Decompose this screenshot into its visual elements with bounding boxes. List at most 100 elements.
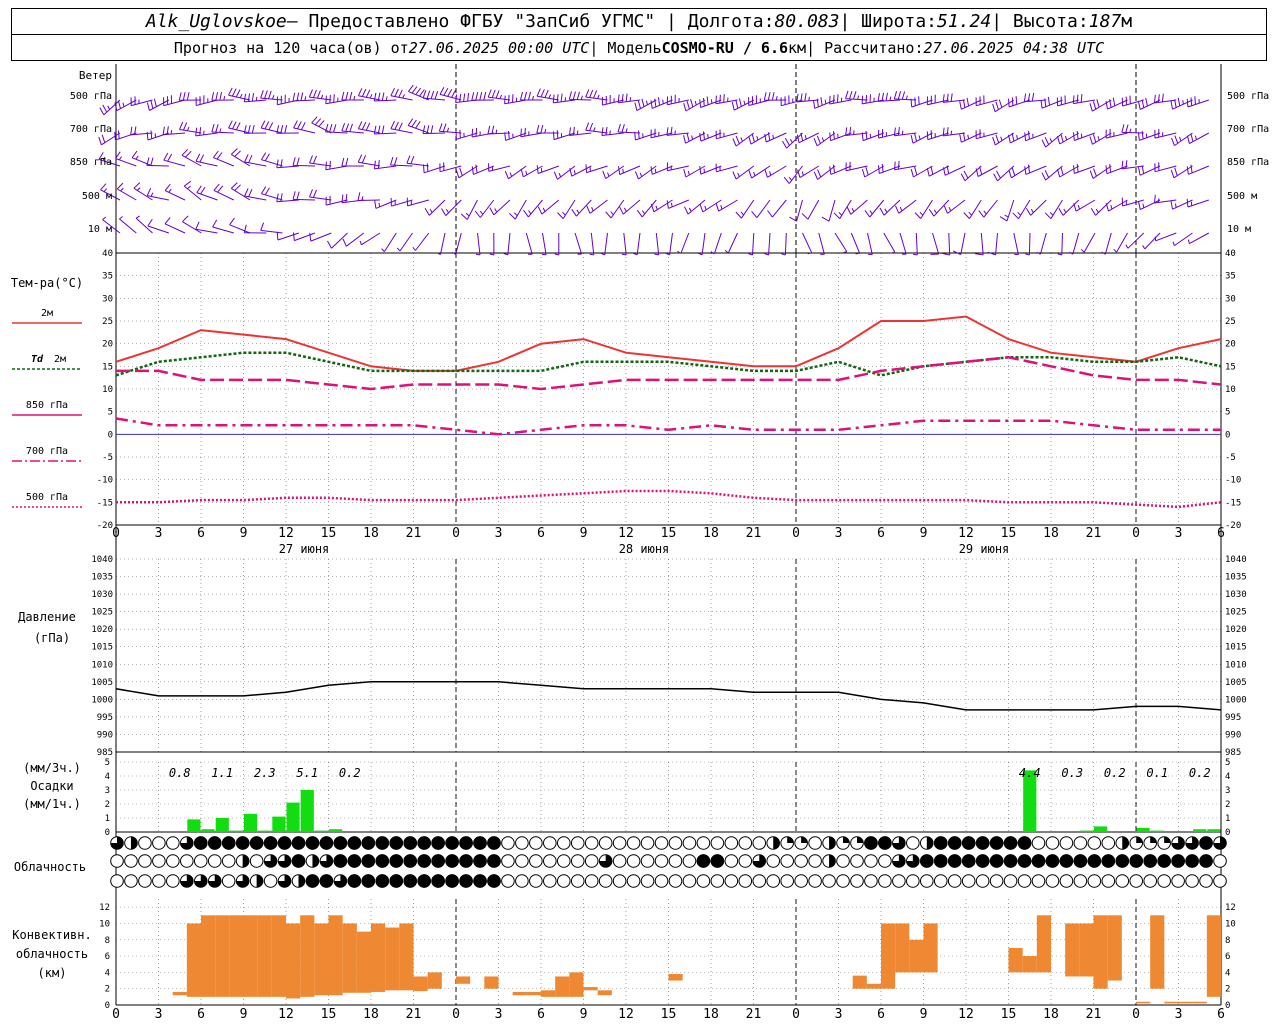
wind-barb-feather xyxy=(1174,135,1179,144)
wind-barb-feather xyxy=(215,124,219,133)
wind-barb-half xyxy=(694,100,697,106)
precip-bar xyxy=(187,819,201,832)
wind-barb-feather xyxy=(1011,132,1015,142)
cloud-circle xyxy=(570,874,585,888)
temp-tick-left: 40 xyxy=(102,249,113,259)
conv-tick-right: 12 xyxy=(1225,903,1236,913)
wind-barb-feather xyxy=(217,185,224,193)
cloud-sector xyxy=(801,836,808,843)
wind-barb-feather xyxy=(910,98,913,108)
conv-bar xyxy=(866,983,881,989)
wind-barb-feather xyxy=(813,100,816,109)
wind-barb-feather xyxy=(625,93,628,102)
x-tick-label: 0 xyxy=(1132,526,1140,541)
conv-bar xyxy=(909,939,924,973)
wind-barb-staff xyxy=(756,199,771,218)
cloud-circle xyxy=(584,836,599,850)
pressure-tick-left: 1000 xyxy=(91,695,113,705)
wind-barb-staff xyxy=(537,95,559,101)
wind-barb-feather xyxy=(116,182,124,190)
wind-barb-staff xyxy=(325,99,348,105)
wind-barb-staff xyxy=(1018,199,1031,219)
wind-barb-half xyxy=(899,206,903,212)
wind-barb-half xyxy=(853,130,855,135)
wind-barb-feather xyxy=(150,157,154,166)
wind-barb-staff xyxy=(455,232,462,255)
wind-barb-feather xyxy=(621,124,625,133)
wind-barb-feather xyxy=(296,157,300,166)
wind-barb-staff xyxy=(997,165,1015,182)
wind-barb-feather xyxy=(683,102,687,112)
cloud-circle xyxy=(249,854,264,868)
wind-barb-feather xyxy=(195,127,198,136)
wind-barb-staff xyxy=(867,232,873,255)
wind-barb-feather xyxy=(979,166,983,175)
cloud-circle xyxy=(207,854,222,868)
wind-barb-feather xyxy=(962,99,966,108)
wind-barb-feather xyxy=(950,93,953,102)
cloud-circle xyxy=(654,836,669,850)
wind-barb-half xyxy=(402,94,405,99)
wind-barb-feather xyxy=(618,166,621,175)
wind-barb-feather xyxy=(163,152,169,161)
wind-barb-feather xyxy=(230,182,238,189)
precip-tick-right: 2 xyxy=(1225,800,1230,810)
wind-barb-staff xyxy=(244,99,267,103)
wind-barb-feather xyxy=(213,183,220,191)
wind-barb-feather xyxy=(179,121,184,130)
wind-level-10m-right: 10 м xyxy=(1227,224,1251,235)
wind-barb-feather xyxy=(162,126,165,135)
wind-barb-feather xyxy=(585,164,587,173)
wind-barb-feather xyxy=(377,160,380,169)
wind-barb-half xyxy=(1049,138,1053,143)
pressure-tick-right: 1015 xyxy=(1225,643,1247,653)
temp-tick-right: 25 xyxy=(1225,317,1236,327)
wind-barb-feather xyxy=(586,205,591,214)
conv-bar xyxy=(881,923,896,989)
cloud-circle xyxy=(892,874,906,888)
pressure-tick-right: 985 xyxy=(1225,748,1241,758)
wind-barb-staff xyxy=(915,232,918,256)
cloud-circle xyxy=(1199,874,1213,888)
wind-barb-staff xyxy=(390,128,413,134)
wind-barb-half xyxy=(119,216,123,220)
cloud-circle xyxy=(626,874,641,888)
cloud-sector xyxy=(773,836,780,850)
wind-barb-feather xyxy=(881,163,884,173)
wind-barb-feather xyxy=(311,116,318,124)
pressure-tick-left: 995 xyxy=(97,713,113,723)
wind-barb-feather xyxy=(993,173,998,182)
wind-barb-half xyxy=(548,94,552,99)
wind-barb-feather xyxy=(312,189,317,198)
cloud-circle-full xyxy=(1017,836,1032,850)
cloud-circle-full xyxy=(1087,854,1102,868)
wind-barb-staff xyxy=(869,199,885,218)
cloud-circle-full xyxy=(361,874,376,888)
wind-barb-feather xyxy=(1174,167,1178,176)
wind-barb-feather xyxy=(829,166,832,175)
conv-bar xyxy=(1065,923,1080,977)
wind-barb-feather xyxy=(540,124,544,134)
cloud-circle xyxy=(794,854,808,868)
pressure-tick-right: 1040 xyxy=(1225,555,1247,565)
precip-bar xyxy=(300,790,314,832)
wind-barb-staff xyxy=(995,232,998,255)
cloud-circle xyxy=(947,874,962,888)
wind-barb-feather xyxy=(292,92,296,102)
temp-tick-right: -15 xyxy=(1225,498,1241,508)
wind-barb-staff xyxy=(553,99,576,104)
wind-barb-staff xyxy=(1116,232,1128,253)
wind-barb-feather xyxy=(215,92,219,101)
meteogram: -20 -20-15 -15-10 -10-5 -50 05 510 1015 1520 2025… xyxy=(11,64,1269,1022)
cloud-circle xyxy=(152,836,166,850)
wind-barb-feather xyxy=(374,200,377,209)
wind-barb-feather xyxy=(426,163,429,172)
precip-tick-left: 0 xyxy=(105,828,110,838)
wind-barb-staff xyxy=(116,188,137,201)
x-tick-label: 6 xyxy=(1217,1007,1225,1022)
wind-barb-feather xyxy=(361,121,367,130)
cloud-circle xyxy=(584,854,599,868)
wind-barb-feather xyxy=(723,94,725,103)
wind-barb-staff xyxy=(542,232,547,255)
conv-bar xyxy=(923,923,938,973)
